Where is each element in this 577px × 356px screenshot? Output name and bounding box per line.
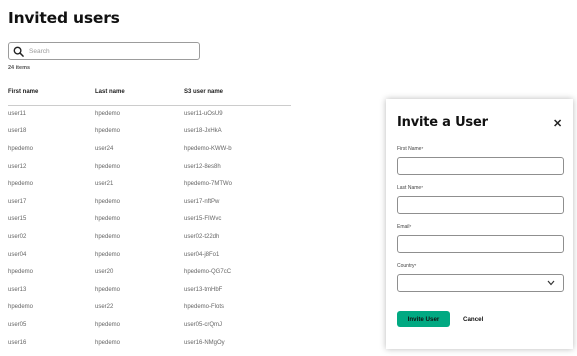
s3-user-name-cell: user02-t22dh	[184, 233, 220, 240]
first-name-label-text: First Name	[397, 146, 422, 152]
invited-users-page: Invited users 24 items First name Last n…	[0, 0, 577, 356]
table-row[interactable]: user17 hpedemo user17-nftPw	[8, 193, 291, 211]
invite-user-modal: Invite a User ✕ First Name* Last Name* E…	[386, 99, 573, 349]
table-header-row: First name Last name S3 user name	[8, 89, 291, 106]
first-name-cell: user02	[8, 233, 27, 240]
table-row[interactable]: user13 hpedemo user13-tmHbF	[8, 281, 291, 299]
first-name-cell: hpedemo	[8, 145, 34, 152]
s3-user-name-cell: user12-8es8h	[184, 163, 221, 170]
s3-user-name-cell: user18-JxHkA	[184, 128, 222, 135]
email-label-text: Email	[397, 224, 410, 230]
s3-user-name-cell: hpedemo-QG7cC	[184, 269, 232, 276]
first-name-cell: hpedemo	[8, 269, 34, 276]
first-name-cell: hpedemo	[8, 304, 34, 311]
table-row[interactable]: user15 hpedemo user15-FIWvc	[8, 211, 291, 229]
country-label-text: Country	[397, 263, 415, 269]
table-row[interactable]: user16 hpedemo user16-NMgOy	[8, 334, 291, 352]
country-label: Country*	[397, 263, 416, 269]
first-name-field[interactable]	[397, 157, 564, 175]
s3-user-name-cell: hpedemo-KWW-b	[184, 145, 232, 152]
close-icon[interactable]: ✕	[553, 117, 562, 130]
column-header-first-name[interactable]: First name	[8, 89, 95, 106]
first-name-cell: user13	[8, 286, 27, 293]
last-name-cell: hpedemo	[95, 321, 121, 328]
s3-user-name-cell: user13-tmHbF	[184, 286, 223, 293]
table-row[interactable]: user18 hpedemo user18-JxHkA	[8, 123, 291, 141]
required-marker: *	[414, 263, 417, 268]
required-marker: *	[421, 146, 424, 151]
required-marker: *	[421, 185, 423, 190]
last-name-cell: user24	[95, 145, 114, 152]
table-row[interactable]: user05 hpedemo user05-crQmJ	[8, 316, 291, 334]
last-name-cell: hpedemo	[95, 339, 121, 346]
s3-user-name-cell: hpedemo-7MTWo	[184, 181, 232, 188]
last-name-field[interactable]	[397, 196, 564, 214]
last-name-cell: hpedemo	[95, 163, 121, 170]
email-label: Email*	[397, 224, 411, 230]
first-name-cell: user11	[8, 111, 26, 118]
s3-user-name-cell: user04-j8Fo1	[184, 251, 220, 258]
first-name-cell: user16	[8, 339, 27, 346]
last-name-cell: hpedemo	[95, 198, 121, 205]
first-name-cell: user04	[8, 251, 27, 258]
table-row[interactable]: hpedemo user21 hpedemo-7MTWo	[8, 175, 291, 193]
first-name-cell: hpedemo	[8, 181, 34, 188]
s3-user-name-cell: user11-uOsU9	[184, 111, 223, 118]
email-field[interactable]	[397, 235, 564, 253]
last-name-cell: hpedemo	[95, 251, 121, 258]
item-count: 24 items	[8, 65, 31, 71]
last-name-cell: hpedemo	[95, 111, 121, 118]
search-box[interactable]	[8, 42, 200, 60]
table-row[interactable]: user02 hpedemo user02-t22dh	[8, 228, 291, 246]
s3-user-name-cell: user05-crQmJ	[184, 321, 223, 328]
last-name-cell: user21	[95, 181, 114, 188]
column-header-last-name[interactable]: Last name	[95, 89, 184, 106]
first-name-cell: user12	[8, 163, 27, 170]
last-name-cell: hpedemo	[95, 128, 121, 135]
first-name-cell: user18	[8, 128, 27, 135]
last-name-cell: hpedemo	[95, 233, 121, 240]
cancel-button[interactable]: Cancel	[463, 316, 483, 323]
s3-user-name-cell: user17-nftPw	[184, 198, 220, 205]
first-name-cell: user05	[8, 321, 27, 328]
required-marker: *	[409, 224, 412, 229]
invite-user-button[interactable]: Invite User	[397, 311, 450, 327]
search-input[interactable]	[29, 44, 189, 58]
last-name-cell: user22	[95, 304, 114, 311]
invited-users-panel: Invited users 24 items First name Last n…	[8, 8, 293, 346]
table-row[interactable]: hpedemo user24 hpedemo-KWW-b	[8, 140, 291, 158]
table-row[interactable]: user12 hpedemo user12-8es8h	[8, 158, 291, 176]
s3-user-name-cell: user15-FIWvc	[184, 216, 222, 223]
country-select[interactable]	[397, 274, 564, 292]
search-icon	[13, 46, 24, 57]
s3-user-name-cell: hpedemo-Flots	[184, 304, 225, 311]
table-row[interactable]: user11 hpedemo user11-uOsU9	[8, 105, 291, 123]
s3-user-name-cell: user16-NMgOy	[184, 339, 225, 346]
first-name-label: First Name*	[397, 146, 423, 152]
last-name-label: Last Name*	[397, 185, 423, 191]
table-row[interactable]: hpedemo user22 hpedemo-Flots	[8, 299, 291, 317]
last-name-cell: user20	[95, 269, 114, 276]
first-name-cell: user17	[8, 198, 27, 205]
last-name-cell: hpedemo	[95, 216, 121, 223]
chevron-down-icon	[547, 280, 555, 286]
table-row[interactable]: hpedemo user20 hpedemo-QG7cC	[8, 263, 291, 281]
users-table: First name Last name S3 user name user11…	[8, 89, 291, 351]
last-name-cell: hpedemo	[95, 286, 121, 293]
page-title: Invited users	[8, 9, 120, 27]
first-name-cell: user15	[8, 216, 27, 223]
last-name-label-text: Last Name	[397, 185, 422, 191]
modal-title: Invite a User	[397, 115, 488, 130]
table-row[interactable]: user04 hpedemo user04-j8Fo1	[8, 246, 291, 264]
column-header-s3-user-name[interactable]: S3 user name	[184, 89, 291, 106]
